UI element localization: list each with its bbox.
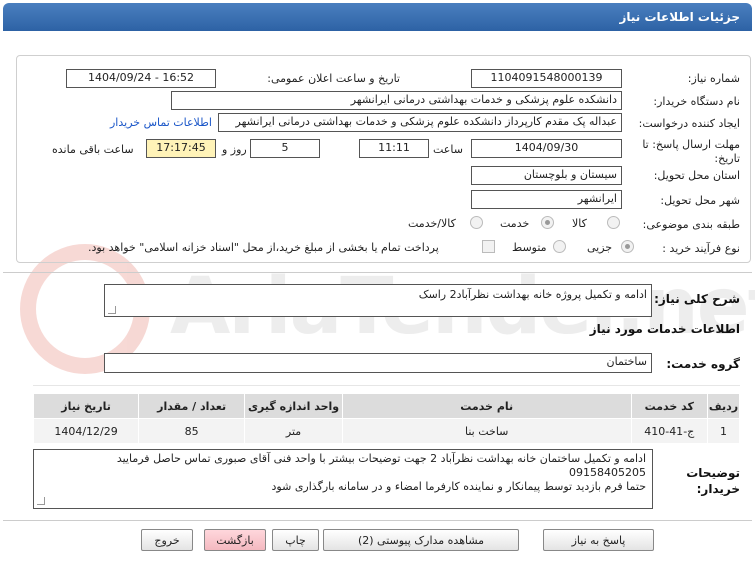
- resize-handle-icon[interactable]: [108, 306, 116, 314]
- service-group-label: گروه خدمت:: [666, 357, 740, 371]
- cell-service-name: ساخت بنا: [341, 418, 632, 444]
- table-header-row: ردیف کد خدمت نام خدمت واحد اندازه گیری ت…: [32, 393, 741, 419]
- buyer-contact-link[interactable]: اطلاعات تماس خریدار: [110, 116, 212, 129]
- buyer-org-label: نام دستگاه خریدار:: [653, 95, 740, 108]
- category-radio-goods[interactable]: [607, 216, 620, 229]
- buyer-notes-label: توضیحات خریدار:: [686, 466, 740, 496]
- category-radio-goods-service[interactable]: [470, 216, 483, 229]
- cell-unit: متر: [244, 418, 343, 444]
- footer-divider: [3, 520, 752, 521]
- col-header-unit: واحد اندازه گیری: [244, 393, 343, 419]
- col-header-quantity: تعداد / مقدار: [138, 393, 246, 419]
- announce-field: 1404/09/24 - 16:52: [66, 69, 216, 88]
- page-title: جزئیات اطلاعات نیاز: [619, 10, 740, 24]
- exit-button[interactable]: خروج: [141, 529, 193, 551]
- remaining-time-label: ساعت باقی مانده: [52, 143, 134, 156]
- remaining-time-field: 17:17:45: [146, 139, 216, 158]
- services-section-title: اطلاعات خدمات مورد نیاز: [589, 322, 740, 336]
- province-field: سیستان و بلوچستان: [471, 166, 622, 185]
- category-radio-service[interactable]: [541, 216, 554, 229]
- province-label: استان محل تحویل:: [653, 169, 740, 182]
- buyer-notes-field: ادامه و تکمیل ساختمان خانه بهداشت نظرآبا…: [33, 449, 653, 509]
- category-option-goods-service: کالا/خدمت: [408, 217, 456, 230]
- process-option-minor: جزیی: [587, 241, 613, 254]
- buyer-notes-line-2: 09158405205: [569, 466, 646, 479]
- col-header-service-code: کد خدمت: [630, 393, 708, 419]
- general-desc-field: ادامه و تکمیل پروژه خانه بهداشت نظرآباد2…: [104, 284, 652, 317]
- category-option-service: خدمت: [500, 217, 530, 230]
- reply-button[interactable]: پاسخ به نیاز: [543, 529, 654, 551]
- city-field: ایرانشهر: [471, 190, 622, 209]
- deadline-time-field: 11:11: [359, 139, 429, 158]
- days-remaining-field: 5: [250, 139, 320, 158]
- city-label: شهر محل تحویل:: [660, 194, 740, 207]
- process-option-medium: متوسط: [512, 241, 547, 254]
- view-attachments-button[interactable]: مشاهده مدارک پیوستی (2): [323, 529, 519, 551]
- col-header-service-name: نام خدمت: [341, 393, 632, 419]
- notes-resize-handle-icon[interactable]: [37, 497, 45, 505]
- col-header-need-date: تاریخ نیاز: [32, 393, 140, 419]
- page-title-bar: جزئیات اطلاعات نیاز: [3, 3, 752, 31]
- process-radio-medium[interactable]: [553, 240, 566, 253]
- print-button[interactable]: چاپ: [272, 529, 319, 551]
- buyer-notes-line-1: ادامه و تکمیل ساختمان خانه بهداشت نظرآبا…: [116, 452, 646, 465]
- need-number-field: 1104091548000139: [471, 69, 622, 88]
- buyer-org-field: دانشکده علوم پزشکی و خدمات بهداشتی درمان…: [171, 91, 622, 110]
- back-button[interactable]: بازگشت: [204, 529, 266, 551]
- col-header-row-number: ردیف: [706, 393, 741, 419]
- deadline-date-field: 1404/09/30: [471, 139, 622, 158]
- treasury-note: پرداخت تمام یا بخشی از مبلغ خرید،از محل …: [88, 241, 439, 254]
- creator-field: عبداله پک مقدم کارپرداز دانشکده علوم پزش…: [218, 113, 622, 132]
- creator-label: ایجاد کننده درخواست:: [638, 117, 740, 130]
- table-top-line: [33, 385, 740, 386]
- deadline-time-label: ساعت: [433, 143, 463, 156]
- announce-label: تاریخ و ساعت اعلان عمومی:: [267, 72, 400, 85]
- services-table: ردیف کد خدمت نام خدمت واحد اندازه گیری ت…: [32, 393, 741, 444]
- need-number-label: شماره نیاز:: [687, 72, 740, 85]
- deadline-label: مهلت ارسال پاسخ: تا تاریخ:: [642, 138, 740, 165]
- process-radio-minor[interactable]: [621, 240, 634, 253]
- category-option-goods: کالا: [572, 217, 587, 230]
- cell-quantity: 85: [138, 418, 246, 444]
- general-desc-label: شرح کلی نیاز:: [654, 292, 740, 306]
- cell-row-number: 1: [706, 418, 741, 444]
- process-label: نوع فرآیند خرید :: [662, 242, 740, 255]
- treasury-checkbox[interactable]: [482, 240, 495, 253]
- cell-need-date: 1404/12/29: [32, 418, 140, 444]
- table-row: 1 ج-41-410 ساخت بنا متر 85 1404/12/29: [32, 418, 741, 444]
- divider: [3, 272, 752, 273]
- buyer-notes-line-3: حتما فرم بازدید توسط پیمانکار و نماینده …: [271, 480, 646, 493]
- cell-service-code: ج-41-410: [630, 418, 708, 444]
- service-group-field: ساختمان: [104, 353, 652, 373]
- category-label: طبقه بندی موضوعی:: [642, 218, 740, 231]
- days-label: روز و: [222, 143, 247, 156]
